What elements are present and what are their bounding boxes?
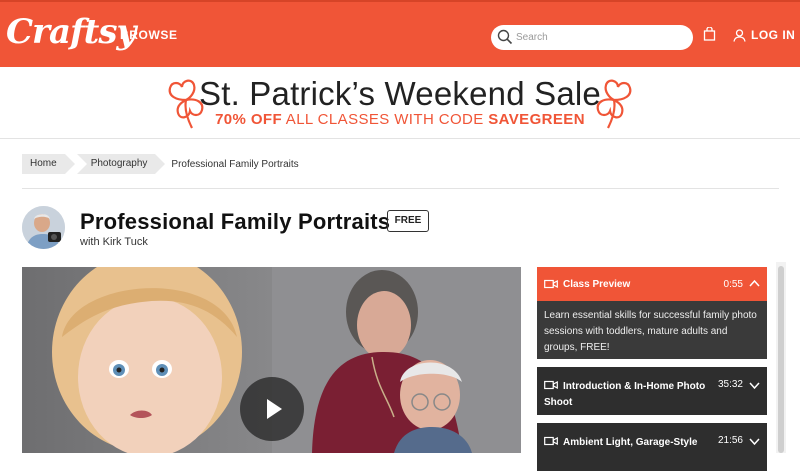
banner-sub-text: ALL CLASSES WITH CODE — [282, 111, 489, 128]
clover-icon — [596, 79, 632, 129]
instructor-name[interactable]: with Kirk Tuck — [80, 236, 148, 248]
video-camera-icon — [544, 279, 558, 289]
bag-icon[interactable] — [703, 27, 716, 41]
free-badge: FREE — [387, 210, 429, 232]
play-button[interactable] — [240, 377, 304, 441]
section-divider — [22, 188, 779, 189]
lesson-preview-description: Learn essential skills for successful fa… — [537, 301, 767, 359]
class-title: Professional Family Portraits — [80, 209, 391, 234]
search-icon — [497, 29, 513, 45]
lesson-duration: 35:32 — [717, 379, 743, 390]
search-input[interactable] — [516, 29, 686, 46]
lesson-title: Ambient Light, Garage-Style — [563, 437, 698, 448]
lesson-preview-title: Class Preview — [563, 279, 631, 290]
chevron-down-icon[interactable] — [749, 436, 760, 447]
banner-discount: 70% OFF — [215, 111, 283, 128]
browse-button[interactable]: BROWSE — [120, 28, 178, 42]
lesson-preview-duration: 0:55 — [723, 279, 743, 290]
lesson-scrollbar-thumb[interactable] — [778, 266, 784, 453]
lesson-item[interactable]: Ambient Light, Garage-Style 21:56 — [537, 423, 767, 471]
banner-title: St. Patrick’s Weekend Sale — [198, 75, 601, 112]
user-icon — [733, 28, 746, 42]
chevron-down-icon[interactable] — [749, 380, 760, 391]
breadcrumb-current: Professional Family Portraits — [171, 158, 299, 170]
lesson-title: Introduction & In-Home Photo Shoot — [544, 381, 706, 408]
lesson-duration: 21:56 — [717, 435, 743, 446]
instructor-avatar[interactable] — [22, 206, 65, 249]
login-button[interactable]: LOG IN — [733, 28, 795, 42]
chevron-up-icon[interactable] — [749, 278, 760, 289]
banner-subtitle: 70% OFF ALL CLASSES WITH CODE SAVEGREEN — [0, 111, 800, 128]
breadcrumb-home[interactable]: Home — [22, 154, 75, 174]
banner-promo-code: SAVEGREEN — [488, 111, 585, 128]
avatar-image — [22, 206, 65, 249]
search-box[interactable] — [491, 25, 693, 50]
top-nav-bar: Craftsy BROWSE LOG IN — [0, 0, 800, 67]
lesson-list: Class Preview 0:55 Learn essential skill… — [537, 267, 767, 471]
promo-banner[interactable]: St. Patrick’s Weekend Sale 70% OFF ALL C… — [0, 67, 800, 139]
breadcrumb: Home Photography Professional Family Por… — [22, 154, 299, 174]
craftsy-logo[interactable]: Craftsy — [6, 12, 136, 52]
lesson-item[interactable]: Introduction & In-Home Photo Shoot 35:32 — [537, 367, 767, 415]
breadcrumb-photography[interactable]: Photography — [76, 154, 166, 174]
login-label: LOG IN — [751, 28, 796, 42]
lesson-preview-header[interactable]: Class Preview 0:55 — [537, 267, 767, 301]
